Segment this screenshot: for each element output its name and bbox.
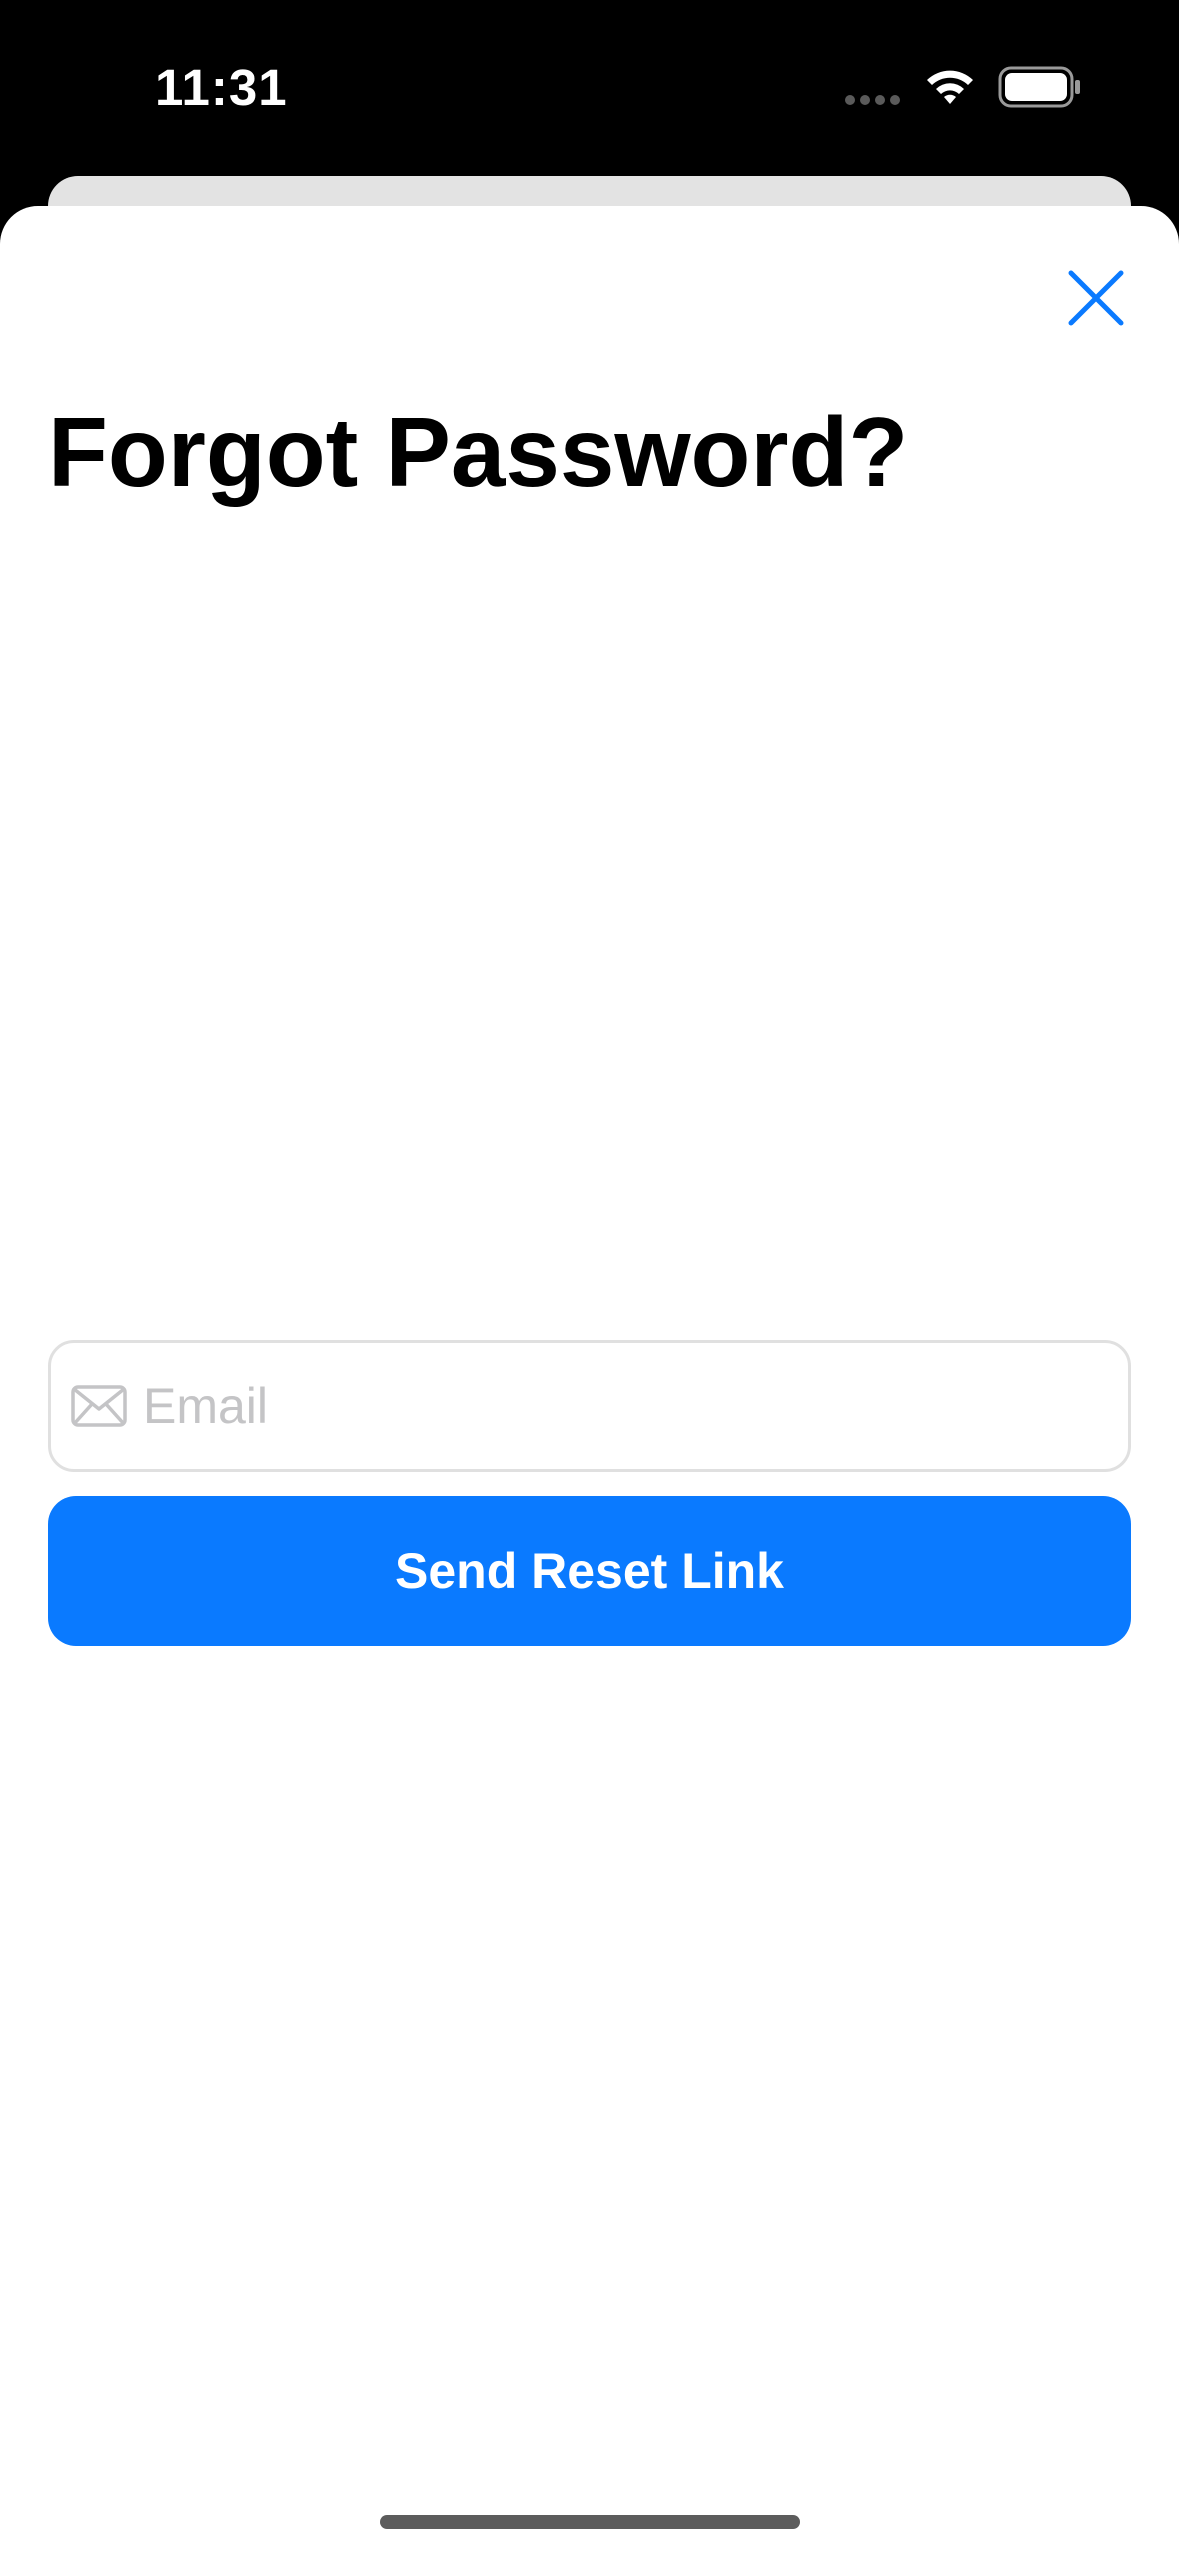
battery-icon bbox=[998, 66, 1080, 108]
screen: 11:31 Forgot Password? Email Send Reset … bbox=[0, 0, 1179, 2556]
signal-dots-icon bbox=[845, 95, 905, 107]
page-title: Forgot Password? bbox=[48, 397, 909, 507]
close-icon bbox=[1068, 270, 1124, 326]
close-button[interactable] bbox=[1060, 262, 1132, 334]
wifi-icon bbox=[927, 70, 973, 104]
email-field[interactable] bbox=[48, 1340, 1131, 1472]
home-indicator bbox=[380, 2515, 800, 2529]
status-time: 11:31 bbox=[155, 59, 288, 116]
mail-icon bbox=[71, 1385, 127, 1427]
status-bar: 11:31 bbox=[0, 0, 1179, 170]
email-input[interactable] bbox=[143, 1356, 1043, 1456]
forgot-password-sheet: Forgot Password? Send Reset Link bbox=[0, 206, 1179, 2556]
send-reset-link-button[interactable]: Send Reset Link bbox=[48, 1496, 1131, 1646]
